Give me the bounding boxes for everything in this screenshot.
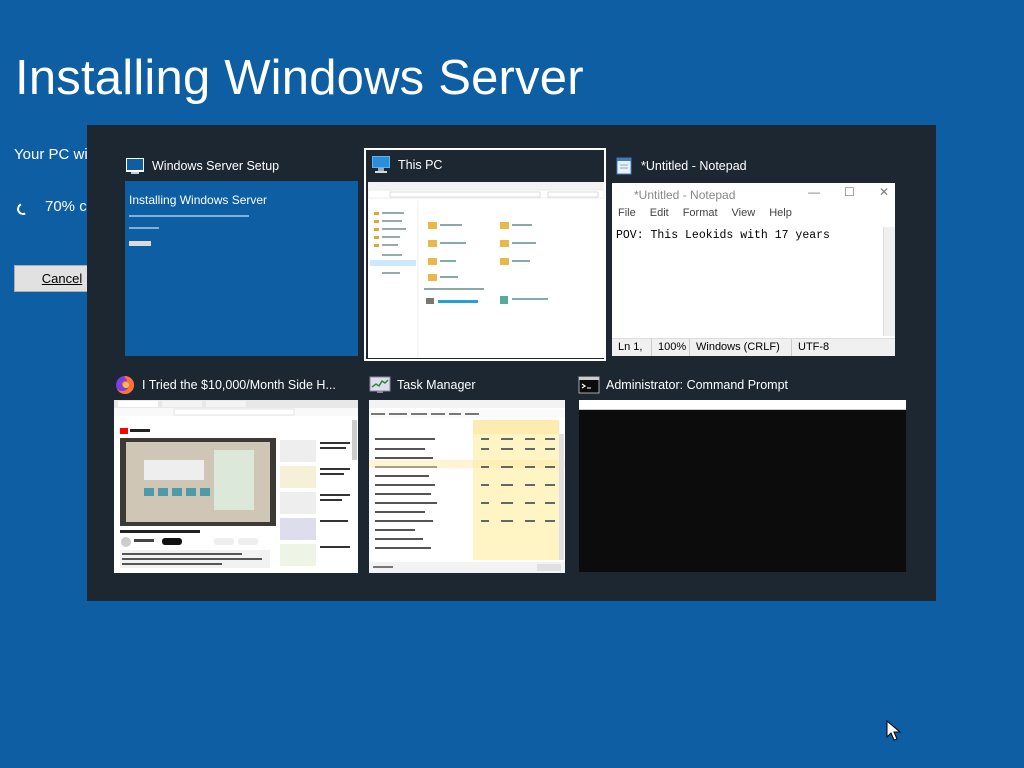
tile-title: This PC (398, 158, 443, 172)
notepad-scrollbar (883, 227, 895, 336)
spinner-icon (15, 201, 31, 217)
switcher-tile-command-prompt[interactable]: Administrator: Command Prompt (578, 370, 907, 574)
notepad-status-bar: Ln 1, 100% Windows (CRLF) UTF-8 (612, 338, 895, 356)
status-encoding: UTF-8 (798, 341, 830, 353)
thumb-cancel-button (129, 241, 151, 246)
window-thumbnail (368, 182, 604, 358)
status-zoom: 100% (652, 339, 690, 356)
status-line-ending: Windows (CRLF) (690, 339, 792, 356)
notepad-text: POV: This Leokids with 17 years (616, 229, 830, 242)
menu-help: Help (769, 207, 792, 219)
switcher-tile-windows-server-setup[interactable]: Windows Server Setup Installing Windows … (124, 151, 358, 357)
maximize-icon: ☐ (844, 185, 855, 199)
window-thumbnail (114, 400, 358, 573)
this-pc-icon (370, 154, 392, 176)
window-thumbnail: Installing Windows Server (125, 181, 358, 356)
setup-icon (124, 155, 146, 177)
window-thumbnail (369, 400, 565, 573)
switcher-tile-notepad[interactable]: *Untitled - Notepad *Untitled - Notepad … (611, 151, 896, 357)
task-switcher: Windows Server Setup Installing Windows … (87, 125, 936, 601)
close-icon: ✕ (878, 185, 889, 199)
tile-title: Task Manager (397, 378, 476, 392)
menu-view: View (731, 207, 756, 219)
window-thumbnail (579, 400, 906, 572)
tile-title: I Tried the $10,000/Month Side H... (142, 378, 336, 392)
tile-title: Administrator: Command Prompt (606, 378, 789, 392)
setup-title: Installing Windows Server (15, 51, 584, 105)
menu-file: File (618, 207, 636, 219)
mouse-pointer-icon (886, 720, 902, 741)
menu-edit: Edit (649, 207, 669, 219)
notepad-menu-bar: File Edit Format View Help (612, 207, 895, 225)
notepad-icon (613, 155, 635, 177)
switcher-tile-this-pc[interactable]: This PC (364, 148, 606, 361)
switcher-tile-task-manager[interactable]: Task Manager (369, 370, 566, 574)
thumb-text-line (129, 227, 159, 229)
minimize-icon: — (808, 185, 821, 199)
switcher-tile-browser[interactable]: I Tried the $10,000/Month Side H... (114, 370, 359, 574)
tile-title: Windows Server Setup (152, 159, 280, 173)
thumb-setup-title: Installing Windows Server (129, 193, 268, 207)
cancel-button-label: Cancel (41, 271, 83, 286)
thumb-text-line (129, 215, 249, 217)
command-prompt-icon (578, 374, 600, 396)
window-thumbnail: *Untitled - Notepad — ☐ ✕ File Edit Form… (612, 183, 895, 356)
firefox-icon (114, 374, 136, 396)
menu-format: Format (682, 207, 718, 219)
tile-title: *Untitled - Notepad (641, 159, 747, 173)
notepad-window-title: *Untitled - Notepad (634, 188, 736, 202)
task-manager-icon (369, 374, 391, 396)
notepad-title-bar: *Untitled - Notepad — ☐ ✕ (612, 183, 895, 207)
status-position: Ln 1, (612, 339, 652, 356)
cmd-title-bar (579, 400, 906, 410)
